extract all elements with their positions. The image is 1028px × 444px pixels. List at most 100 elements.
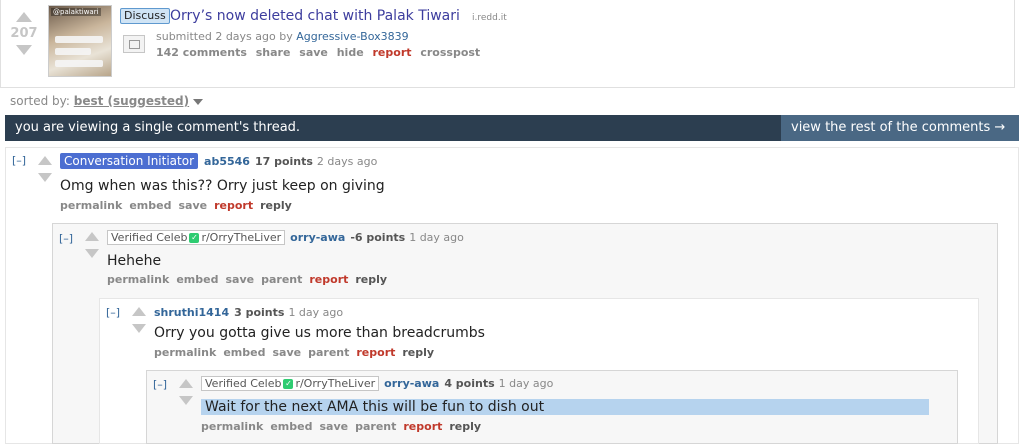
chevron-down-icon[interactable] [193, 98, 204, 105]
view-rest-label[interactable]: view the rest of the comments → [791, 120, 1005, 135]
collapse-toggle[interactable]: [–] [106, 306, 120, 319]
collapse-toggle[interactable]: [–] [59, 232, 73, 245]
parent-link[interactable]: parent [355, 420, 396, 433]
comment-score: -6 points [350, 231, 406, 244]
downvote-icon[interactable] [85, 249, 99, 258]
comment-buttons: permalink embed save parent report reply [107, 273, 394, 286]
post-entry: 207 @palaktiwari Discuss Orry’s now dele… [0, 0, 1015, 88]
share-link[interactable]: share [256, 46, 291, 59]
embed-link[interactable]: embed [176, 273, 218, 286]
comment-time: 1 day ago [498, 377, 554, 390]
comment: [–] Verified Celeb ✓ r/OrryTheLiver orry-aw… [146, 370, 958, 444]
report-link[interactable]: report [356, 346, 395, 359]
comment-author[interactable]: orry-awa [290, 231, 345, 244]
reply-link[interactable]: reply [402, 346, 434, 359]
post-thumbnail[interactable]: @palaktiwari [48, 5, 112, 77]
report-link[interactable]: report [373, 46, 412, 59]
comment-vote [131, 307, 147, 333]
embed-link[interactable]: embed [223, 346, 265, 359]
save-link[interactable]: save [319, 420, 348, 433]
verified-check-icon: ✓ [189, 233, 200, 243]
chat-bubble-shape [55, 60, 103, 67]
upvote-icon[interactable] [38, 156, 52, 165]
sort-selected[interactable]: best (suggested) [74, 94, 189, 108]
submitted-text: submitted 2 days ago by [156, 30, 293, 43]
embed-link[interactable]: embed [129, 199, 171, 212]
comment-body: Hehehe [107, 253, 162, 269]
expando-image-icon[interactable] [123, 35, 145, 53]
collapse-toggle[interactable]: [–] [153, 378, 167, 391]
comment-time: 1 day ago [288, 306, 344, 319]
hide-link[interactable]: hide [337, 46, 364, 59]
comment-author[interactable]: orry-awa [384, 377, 439, 390]
upvote-icon[interactable] [179, 379, 193, 388]
reply-link[interactable]: reply [355, 273, 387, 286]
reply-link[interactable]: reply [449, 420, 481, 433]
save-link[interactable]: save [299, 46, 328, 59]
report-link[interactable]: report [214, 199, 253, 212]
post-domain[interactable]: i.redd.it [472, 13, 507, 23]
collapse-toggle[interactable]: [–] [12, 154, 26, 167]
sort-menu: sorted by: best (suggested) [10, 94, 204, 108]
chat-bubble-shape [55, 36, 103, 43]
comment-author[interactable]: ab5546 [204, 155, 250, 168]
view-rest-button[interactable]: view the rest of the comments → [781, 115, 1019, 141]
post-score: 207 [10, 26, 38, 41]
report-link[interactable]: report [403, 420, 442, 433]
flair-subreddit-label: r/OrryTheLiver [201, 231, 282, 244]
user-flair: Conversation Initiator [60, 153, 199, 169]
post-flair[interactable]: Discuss [120, 8, 170, 24]
comment-buttons: permalink embed save report reply [60, 199, 299, 212]
chat-bubble-shape [55, 48, 91, 55]
downvote-icon[interactable] [16, 45, 32, 55]
comment-vote [84, 232, 100, 258]
upvote-icon[interactable] [85, 232, 99, 241]
comment-body: Omg when was this?? Orry just keep on gi… [60, 178, 385, 194]
downvote-icon[interactable] [38, 173, 52, 182]
post-author[interactable]: Aggressive-Box3839 [296, 30, 408, 43]
post-tagline: submitted 2 days ago by Aggressive-Box38… [156, 30, 409, 43]
reply-link[interactable]: reply [260, 199, 292, 212]
banner-message: you are viewing a single comment's threa… [15, 120, 301, 135]
flair-subreddit-label: r/OrryTheLiver [295, 377, 376, 390]
downvote-icon[interactable] [179, 396, 193, 405]
comment-vote [37, 156, 53, 182]
comment-buttons: permalink embed save parent report reply [154, 346, 441, 359]
comment-body: Orry you gotta give us more than breadcr… [154, 325, 485, 341]
comment-time: 1 day ago [409, 231, 464, 244]
comment-header: Conversation Initiator ab5546 17 points 2 d… [60, 153, 377, 169]
sort-label: sorted by: [10, 94, 70, 108]
comment-header: Verified Celeb ✓ r/OrryTheLiver orry-awa 4 p… [201, 376, 554, 391]
post-title[interactable]: Orry’s now deleted chat with Palak Tiwar… [170, 8, 460, 24]
flair-verified-label: Verified Celeb [205, 377, 282, 390]
permalink-link[interactable]: permalink [107, 273, 169, 286]
post-vote: 207 [9, 12, 39, 55]
save-link[interactable]: save [272, 346, 301, 359]
comment-header: shruthi1414 3 points 1 day ago [154, 306, 343, 319]
crosspost-link[interactable]: crosspost [420, 46, 480, 59]
thumbnail-tag: @palaktiwari [51, 8, 101, 16]
comment-score: 17 points [254, 155, 313, 168]
downvote-icon[interactable] [132, 324, 146, 333]
embed-link[interactable]: embed [270, 420, 312, 433]
comment-header: Verified Celeb ✓ r/OrryTheLiver orry-awa -6 … [107, 230, 464, 245]
save-link[interactable]: save [178, 199, 207, 212]
comment-body: Wait for the next AMA this will be fun t… [201, 399, 929, 415]
parent-link[interactable]: parent [261, 273, 302, 286]
permalink-link[interactable]: permalink [154, 346, 216, 359]
comment-score: 4 points [444, 377, 495, 390]
parent-link[interactable]: parent [308, 346, 349, 359]
permalink-link[interactable]: permalink [60, 199, 122, 212]
comments-link[interactable]: 142 comments [156, 46, 247, 59]
report-link[interactable]: report [309, 273, 348, 286]
comment-vote [178, 379, 194, 405]
user-flair: Verified Celeb ✓ r/OrryTheLiver [107, 230, 286, 245]
comment-author[interactable]: shruthi1414 [154, 306, 229, 319]
permalink-link[interactable]: permalink [201, 420, 263, 433]
comment-score: 3 points [234, 306, 285, 319]
upvote-icon[interactable] [132, 307, 146, 316]
flair-verified-label: Verified Celeb [111, 231, 188, 244]
save-link[interactable]: save [225, 273, 254, 286]
user-flair: Verified Celeb ✓ r/OrryTheLiver [201, 376, 380, 391]
upvote-icon[interactable] [16, 12, 32, 22]
